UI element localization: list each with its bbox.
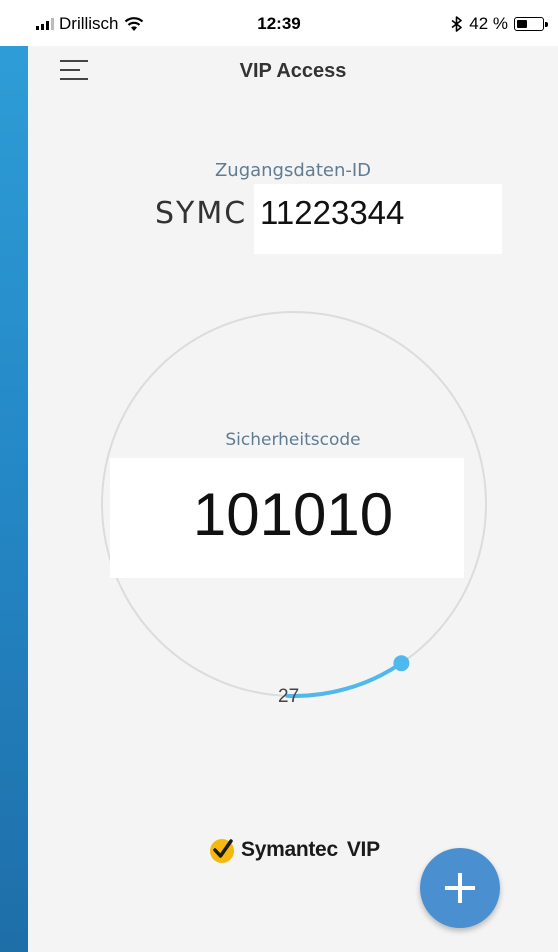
brand-logo: Symantec VIP (208, 835, 380, 865)
brand-suffix: VIP (346, 838, 380, 861)
bluetooth-icon (451, 16, 463, 32)
add-credential-button[interactable] (420, 848, 500, 928)
battery-icon (514, 17, 548, 31)
countdown-knob (393, 655, 410, 672)
app-screen: VIP Access Zugangsdaten-ID SYMC 11223344… (28, 0, 558, 952)
credential-id-value[interactable]: 11223344 (260, 194, 404, 232)
symantec-checkmark-logo-icon (210, 839, 234, 863)
brand-name: Symantec (241, 838, 338, 861)
countdown-seconds: 27 (278, 686, 300, 707)
battery-percent: 42 % (469, 14, 508, 33)
credential-prefix: SYMC (155, 196, 248, 231)
security-code-value[interactable]: 101010 (28, 480, 558, 549)
app-frame: VIP Access Zugangsdaten-ID SYMC 11223344… (0, 0, 558, 952)
status-bar-right: 42 % (451, 14, 548, 34)
page-title: VIP Access (239, 60, 347, 82)
credential-id-label: Zugangsdaten-ID (214, 160, 372, 181)
status-bar: Drillisch 12:39 42 % (0, 0, 558, 46)
countdown-progress-arc (285, 661, 404, 698)
battery-fill (517, 20, 527, 28)
security-code-label: Sicherheitscode (225, 430, 361, 450)
